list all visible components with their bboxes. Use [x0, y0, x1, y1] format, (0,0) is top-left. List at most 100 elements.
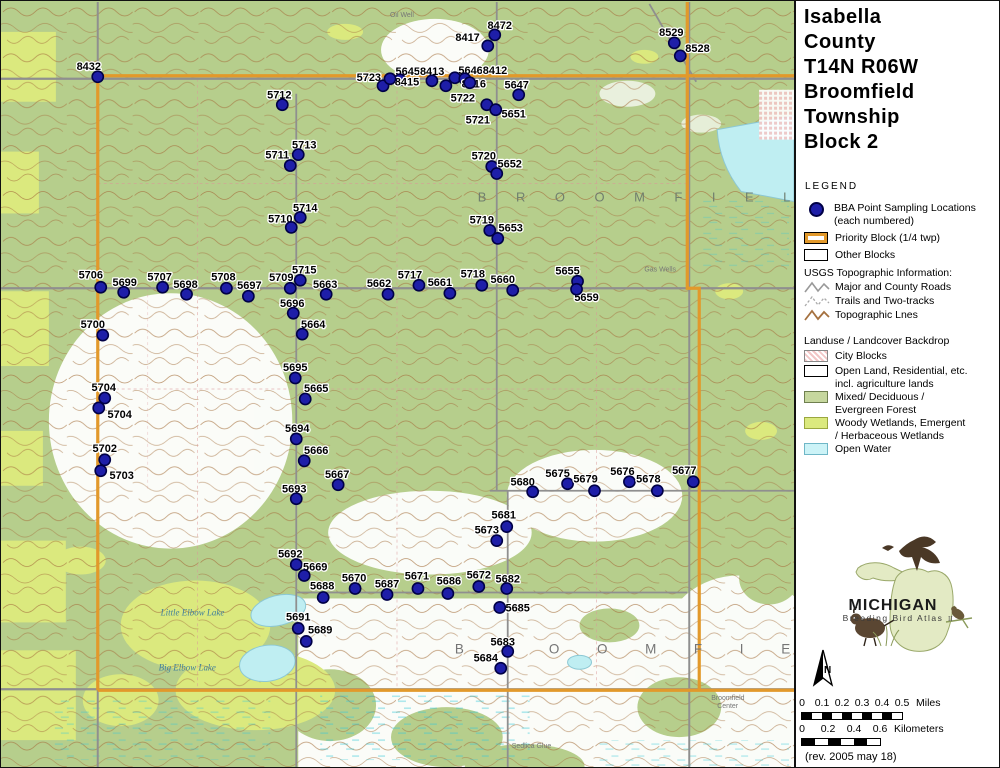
- bba-point-label-8417: 8417: [455, 32, 479, 44]
- scale-segment: [862, 713, 872, 719]
- scale-segment: [867, 739, 880, 745]
- bba-point-label-5708: 5708: [211, 271, 235, 283]
- bba-point-label-5685: 5685: [505, 602, 529, 614]
- title-line: Isabella: [804, 5, 919, 30]
- bba-point-5703: [95, 465, 106, 476]
- bba-point-5691: [293, 623, 304, 634]
- bba-point-label-5718: 5718: [461, 268, 485, 280]
- landuse-heading: Landuse / Landcover Backdrop: [804, 335, 949, 347]
- map-title: Isabella County T14N R06W Broomfield Tow…: [804, 5, 919, 155]
- bba-point-5707: [157, 282, 168, 293]
- bba-point-label-5706: 5706: [79, 269, 103, 281]
- bba-point-label-5715: 5715: [292, 264, 316, 276]
- legend-label: Major and County Roads: [835, 281, 951, 294]
- bba-point-5715: [295, 275, 306, 286]
- north-arrow: N: [812, 649, 834, 691]
- bba-point-5704: [99, 392, 110, 403]
- bba-point-5685: [494, 602, 505, 613]
- legend-label: City Blocks: [835, 350, 887, 363]
- scale-segment: [832, 713, 842, 719]
- scale-unit: Miles: [916, 697, 941, 709]
- bba-point-5696: [288, 308, 299, 319]
- legend-item-forest: Mixed/ Deciduous / Evergreen Forest: [804, 391, 924, 416]
- bba-point-5689: [301, 636, 312, 647]
- bba-point-label-5681: 5681: [492, 510, 516, 522]
- bba-point-5686: [442, 588, 453, 599]
- scale-segment: [828, 739, 841, 745]
- bba-point-8432: [92, 71, 103, 82]
- bba-point-5680: [527, 486, 538, 497]
- legend-label: Priority Block (1/4 twp): [835, 232, 940, 245]
- bba-point-label-5666: 5666: [304, 445, 328, 457]
- bba-point-label-5684: 5684: [474, 652, 499, 664]
- bba-point-5712: [277, 99, 288, 110]
- map-page: B R O O M F I E L D B R O O M F I E L D …: [0, 0, 1000, 768]
- bba-point-5661: [444, 288, 455, 299]
- bba-point-5662: [382, 289, 393, 300]
- bba-point-label-5651: 5651: [502, 109, 526, 121]
- bba-point-5660: [507, 285, 518, 296]
- bba-point-label-5677: 5677: [672, 465, 696, 477]
- legend-label: Woody Wetlands, Emergent: [835, 417, 965, 429]
- bba-point-label-5691: 5691: [286, 611, 310, 623]
- revision-note: (rev. 2005 may 18): [805, 751, 897, 763]
- scale-tick: 0.6: [873, 723, 888, 735]
- bba-point-8417: [482, 40, 493, 51]
- bba-point-label-8529: 8529: [659, 27, 683, 39]
- scale-tick: 0.2: [821, 723, 836, 735]
- scale-tick: 0.4: [875, 697, 890, 709]
- bba-point-label-5653: 5653: [499, 222, 523, 234]
- bba-point-5695: [290, 372, 301, 383]
- scale-tick: 0.4: [847, 723, 862, 735]
- legend-label: Mixed/ Deciduous /: [835, 391, 924, 403]
- major-road-line-icon: [804, 281, 830, 294]
- bba-point-5681: [501, 521, 512, 532]
- bba-point-label-8412: 8412: [483, 65, 507, 77]
- bba-point-label-5707: 5707: [147, 271, 171, 283]
- bba-point-5676: [624, 476, 635, 487]
- bba-point-5666: [299, 455, 310, 466]
- logo-title: MICHIGAN: [849, 597, 938, 614]
- legend-label: (each numbered): [834, 215, 914, 227]
- bba-point-label-5722: 5722: [451, 93, 475, 105]
- scale-tick: 0: [799, 697, 805, 709]
- legend-label: Topographic Lnes: [835, 309, 918, 322]
- scale-tick: 0.3: [855, 697, 870, 709]
- bba-point-label-5711: 5711: [265, 150, 289, 162]
- bba-point-5704: [93, 402, 104, 413]
- scale-segment: [854, 739, 867, 745]
- bba-point-5687: [381, 589, 392, 600]
- legend-label: Open Water: [835, 443, 891, 456]
- broomfield-center-label-1: Broomfield: [711, 695, 744, 702]
- bba-point-5678: [652, 485, 663, 496]
- title-line: Block 2: [804, 130, 919, 155]
- legend-item-open-water: Open Water: [804, 443, 891, 456]
- legend-item-wetlands: Woody Wetlands, Emergent / Herbaceous We…: [804, 417, 965, 442]
- bba-point-5652: [491, 168, 502, 179]
- bba-point-5697: [243, 291, 254, 302]
- bba-point-5684: [495, 663, 506, 674]
- oil-well-label: Oil Well: [390, 12, 414, 19]
- bba-point-label-5652: 5652: [498, 159, 522, 171]
- bba-point-5698: [181, 289, 192, 300]
- topo-line-icon: [804, 309, 830, 322]
- city-blocks-patch: [759, 90, 794, 140]
- legend-item-priority-block: Priority Block (1/4 twp): [804, 232, 940, 245]
- bba-point-8413: [426, 75, 437, 86]
- bba-point-5679: [589, 485, 600, 496]
- bba-point-5693: [291, 493, 302, 504]
- north-label: N: [824, 665, 831, 676]
- bba-point-5669: [299, 570, 310, 581]
- city-blocks-swatch: [804, 350, 828, 362]
- bba-point-5647: [513, 89, 524, 100]
- lake-name-big-elbow: Big Elbow Lake: [159, 662, 216, 672]
- legend-item-trails: Trails and Two-tracks: [804, 295, 934, 308]
- legend-item-open-land: Open Land, Residential, etc. incl. agric…: [804, 365, 968, 390]
- logo-subtitle: Breeding Bird Atlas: [843, 613, 944, 623]
- bba-point-8472: [489, 29, 500, 40]
- scale-segment: [882, 713, 892, 719]
- bba-point-5659: [571, 284, 582, 295]
- scale-tick: 0: [799, 723, 805, 735]
- legend-label: / Herbaceous Wetlands: [835, 430, 944, 442]
- bba-point-label-5672: 5672: [467, 570, 491, 582]
